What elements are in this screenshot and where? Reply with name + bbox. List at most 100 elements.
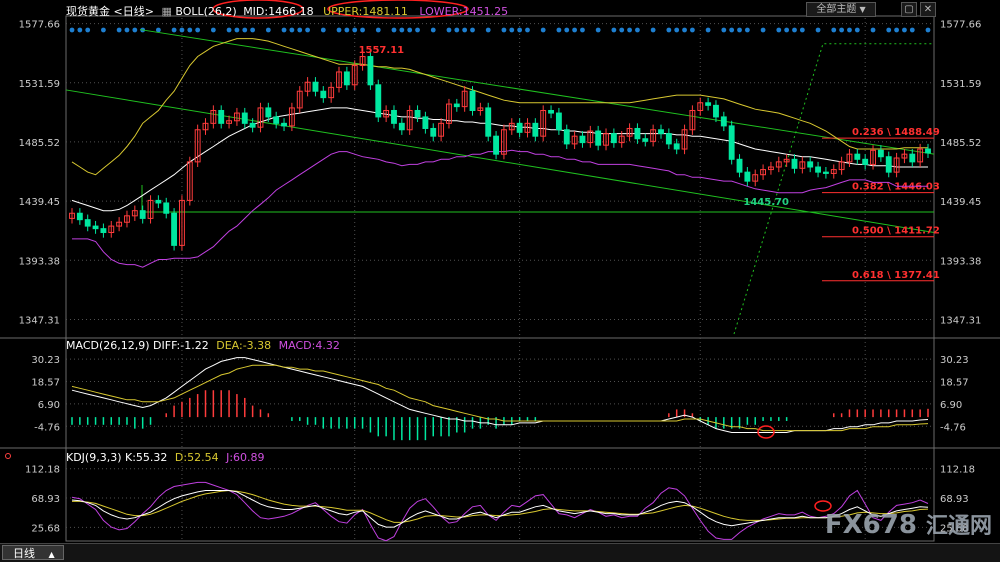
candle-body bbox=[155, 199, 162, 204]
y-tick-label-left: 68.93 bbox=[31, 494, 60, 505]
signal-dot bbox=[195, 27, 201, 33]
y-tick-label-right: 112.18 bbox=[940, 465, 975, 476]
price-annotation: 1445.70 bbox=[743, 197, 789, 208]
signal-dot bbox=[909, 27, 915, 33]
signal-dot bbox=[705, 27, 711, 33]
y-tick-label-left: 1393.38 bbox=[19, 256, 60, 267]
fib-level-label: 0.382 \ 1446.03 bbox=[852, 182, 940, 193]
signal-dot bbox=[509, 27, 515, 33]
signal-dot bbox=[407, 27, 413, 33]
y-tick-label-right: -4.76 bbox=[940, 422, 966, 433]
candle-body bbox=[548, 109, 554, 114]
y-tick-label-right: 1439.45 bbox=[940, 197, 981, 208]
restore-button[interactable]: ▢ bbox=[901, 2, 917, 17]
kdj-indicator-label: KDJ(9,3,3) bbox=[66, 451, 122, 464]
candle-body bbox=[658, 129, 664, 135]
boll-indicator-label: BOLL(26,2) bbox=[175, 5, 237, 18]
candle-body bbox=[642, 138, 649, 142]
y-tick-label-right: 1577.66 bbox=[940, 20, 981, 31]
watermark-brand: FX678 bbox=[824, 510, 917, 540]
signal-dot bbox=[289, 27, 295, 33]
y-tick-label-right: 6.90 bbox=[940, 400, 962, 411]
signal-dot bbox=[226, 27, 232, 33]
candle-body bbox=[862, 158, 869, 165]
signal-dot bbox=[360, 27, 365, 33]
y-tick-label-left: 18.57 bbox=[31, 377, 60, 388]
kdj-settings-icon bbox=[5, 453, 11, 459]
signal-dot bbox=[627, 27, 632, 33]
candle-body bbox=[391, 109, 397, 124]
signal-dot bbox=[265, 27, 271, 33]
candle-body bbox=[453, 103, 460, 108]
candle-body bbox=[76, 212, 83, 221]
candle-body bbox=[414, 109, 421, 118]
kdj-d-line bbox=[72, 489, 929, 523]
kdj-panel-header: KDJ(9,3,3) K:55.32 D:52.54 J:60.89 bbox=[66, 451, 265, 464]
signal-dot bbox=[234, 27, 240, 33]
signal-dot bbox=[85, 27, 91, 33]
candle-body bbox=[139, 210, 146, 219]
trend-line-lower bbox=[65, 89, 935, 234]
tab-daily-label: 日线 bbox=[13, 547, 35, 560]
signal-dot bbox=[580, 27, 585, 33]
signal-dot bbox=[101, 27, 106, 33]
candle-body bbox=[398, 122, 405, 131]
candle-body bbox=[705, 102, 712, 106]
theme-select-label: 全部主题 bbox=[816, 4, 857, 15]
candle-body bbox=[241, 112, 248, 124]
close-button[interactable]: ✕ bbox=[920, 2, 936, 17]
candle-body bbox=[343, 71, 350, 86]
signal-dot bbox=[870, 27, 876, 33]
y-tick-label-left: 30.23 bbox=[31, 355, 60, 366]
signal-dot bbox=[619, 27, 625, 33]
kdj-d-value: D:52.54 bbox=[174, 451, 219, 464]
candle-body bbox=[485, 107, 492, 137]
candle-body bbox=[516, 122, 523, 133]
signal-dot bbox=[320, 27, 326, 33]
candle-body bbox=[430, 127, 437, 137]
signal-dot bbox=[729, 27, 735, 33]
chart-canvas[interactable]: 1577.66 1577.66 1531.59 1531.59 1485.52 1485.… bbox=[0, 0, 1000, 561]
signal-dot bbox=[77, 27, 83, 33]
signal-dot bbox=[132, 27, 138, 33]
candle-body bbox=[744, 171, 751, 182]
signal-dot bbox=[925, 27, 931, 33]
chevron-down-icon: ▼ bbox=[859, 5, 866, 14]
candle-body bbox=[84, 219, 91, 227]
y-tick-label-right: 30.23 bbox=[940, 355, 969, 366]
candle-body bbox=[720, 116, 727, 127]
boll-upper-value: UPPER:1481.11 bbox=[323, 5, 408, 18]
kdj-k-value: K:55.32 bbox=[125, 451, 168, 464]
theme-select[interactable]: 全部主题 ▼ bbox=[806, 2, 876, 17]
y-tick-label-right: 1347.31 bbox=[940, 315, 981, 326]
main-panel-header: 现货黄金 <日线> ▦ BOLL(26,2) MID:1466.18 UPPER… bbox=[66, 3, 508, 19]
signal-dot bbox=[792, 27, 797, 33]
signal-dot bbox=[454, 27, 460, 33]
candle-body bbox=[532, 122, 539, 137]
candle-body bbox=[673, 143, 680, 150]
signal-dot bbox=[336, 27, 342, 33]
y-tick-label-left: 1531.59 bbox=[19, 79, 60, 90]
signal-dot bbox=[556, 27, 562, 33]
signal-dot bbox=[854, 27, 860, 33]
signal-dot bbox=[799, 27, 805, 33]
candle-body bbox=[281, 122, 287, 127]
y-tick-label-left: 1577.66 bbox=[19, 20, 60, 31]
signal-dot bbox=[242, 27, 248, 33]
candle-body bbox=[171, 212, 178, 246]
close-icon: ✕ bbox=[923, 4, 933, 15]
chevron-up-icon: ▲ bbox=[48, 550, 55, 559]
candle-body bbox=[100, 228, 107, 234]
macd-indicator-label: MACD(26,12,9) bbox=[66, 339, 150, 352]
signal-dot bbox=[281, 27, 287, 33]
tab-daily[interactable]: 日线 ▲ bbox=[2, 545, 64, 560]
signal-dot bbox=[124, 27, 130, 33]
y-tick-label-left: 25.68 bbox=[31, 523, 60, 534]
candle-body bbox=[665, 133, 672, 145]
signal-dot bbox=[650, 27, 656, 33]
signal-dot bbox=[344, 27, 350, 33]
candle-body bbox=[312, 81, 319, 92]
signal-dot bbox=[462, 27, 468, 33]
price-annotation: 1557.11 bbox=[359, 45, 405, 56]
signal-dot bbox=[171, 27, 177, 33]
